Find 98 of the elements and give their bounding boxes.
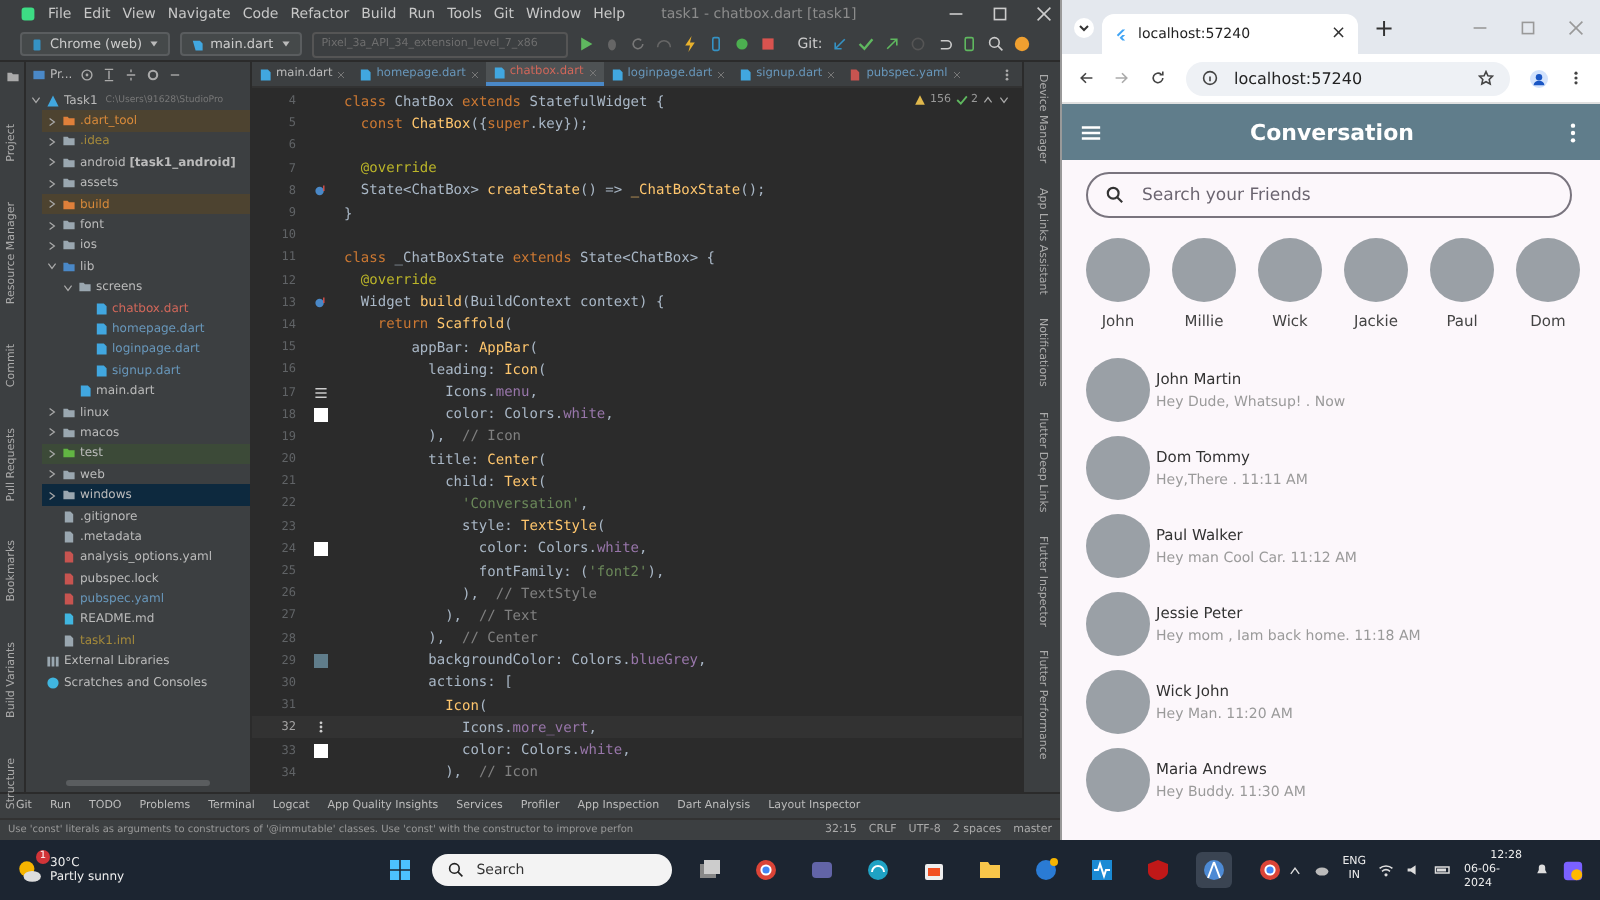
address-bar[interactable]: localhost:57240 bbox=[1186, 61, 1510, 95]
bell-icon[interactable] bbox=[1534, 862, 1550, 878]
chevron-right-icon[interactable] bbox=[46, 468, 58, 481]
yaml-file-icon bbox=[848, 67, 863, 81]
chevron-right-icon[interactable] bbox=[46, 447, 58, 460]
search-icon bbox=[1106, 186, 1124, 204]
back-icon[interactable] bbox=[1078, 70, 1094, 86]
maximize-icon[interactable] bbox=[992, 6, 1008, 22]
chevron-down-icon[interactable] bbox=[62, 281, 74, 294]
photo-placeholder[interactable] bbox=[1258, 238, 1322, 302]
photo-placeholder[interactable] bbox=[1516, 238, 1580, 302]
caret-icon bbox=[279, 38, 292, 50]
dropdown-icon[interactable] bbox=[1074, 17, 1094, 37]
menu-icon[interactable] bbox=[1080, 121, 1102, 143]
chevron-right-icon[interactable] bbox=[46, 239, 58, 252]
forward-icon[interactable] bbox=[1114, 70, 1130, 86]
dart-file-icon bbox=[738, 67, 753, 81]
color-swatch[interactable] bbox=[313, 743, 327, 758]
lightning-icon[interactable] bbox=[681, 36, 698, 52]
more-icon[interactable] bbox=[1000, 67, 1014, 81]
chevron-right-icon[interactable] bbox=[46, 219, 58, 232]
phone-icon bbox=[30, 37, 44, 51]
expand-icon[interactable] bbox=[102, 67, 117, 81]
chevron-down-icon[interactable] bbox=[30, 94, 42, 107]
target-icon[interactable] bbox=[80, 67, 95, 81]
star-icon[interactable] bbox=[1478, 70, 1494, 86]
photo-placeholder[interactable] bbox=[1086, 748, 1150, 812]
flutter-logo-icon bbox=[1114, 27, 1128, 41]
chevron-down-icon[interactable] bbox=[46, 260, 58, 273]
close-icon[interactable] bbox=[1036, 6, 1052, 22]
module-icon bbox=[46, 93, 60, 108]
app-title: Conversation bbox=[1250, 119, 1414, 145]
wifi-icon[interactable] bbox=[1378, 862, 1395, 878]
search-icon bbox=[448, 862, 465, 878]
dart-file-icon bbox=[190, 37, 205, 51]
photo-placeholder[interactable] bbox=[1086, 358, 1150, 422]
battery-icon[interactable] bbox=[1434, 862, 1453, 878]
photo-placeholder[interactable] bbox=[1172, 238, 1236, 302]
photo-placeholder[interactable] bbox=[1344, 238, 1408, 302]
stop-icon[interactable] bbox=[759, 36, 776, 52]
check-icon bbox=[955, 94, 967, 106]
dart-file-icon bbox=[358, 67, 373, 81]
start-icon[interactable] bbox=[388, 858, 413, 882]
cloud-icon[interactable] bbox=[1314, 862, 1331, 878]
run-icon[interactable] bbox=[577, 36, 594, 52]
color-swatch[interactable] bbox=[313, 541, 327, 556]
chevron-right-icon[interactable] bbox=[46, 156, 58, 169]
chevron-right-icon[interactable] bbox=[46, 426, 58, 439]
photo-placeholder[interactable] bbox=[1086, 238, 1150, 302]
app-logo-icon bbox=[20, 6, 36, 22]
colorful-app-icon[interactable] bbox=[1562, 859, 1584, 881]
sun-cloud-icon bbox=[16, 857, 42, 883]
undo-icon[interactable] bbox=[936, 36, 953, 52]
color-swatch[interactable] bbox=[313, 653, 327, 668]
collapse-icon[interactable] bbox=[124, 67, 139, 81]
search-field[interactable]: Search your Friends bbox=[1086, 172, 1572, 218]
close-tab-button[interactable]: × bbox=[1330, 24, 1346, 44]
chevron-right-icon[interactable] bbox=[46, 406, 58, 419]
phone-icon[interactable] bbox=[707, 36, 724, 52]
override-icon[interactable] bbox=[313, 183, 327, 198]
menu-icon bbox=[313, 385, 327, 400]
library-icon bbox=[46, 654, 60, 669]
photo-placeholder[interactable] bbox=[1086, 436, 1150, 500]
caret-icon bbox=[148, 38, 161, 50]
folder-icon[interactable] bbox=[5, 70, 19, 84]
override-icon[interactable] bbox=[313, 295, 327, 310]
arrow-icon[interactable] bbox=[884, 36, 901, 52]
markdown-file-icon bbox=[62, 612, 76, 627]
chevron-right-icon[interactable] bbox=[46, 135, 58, 148]
dart-file-icon bbox=[258, 67, 272, 81]
refresh-icon[interactable] bbox=[629, 36, 646, 52]
panel-icon bbox=[32, 67, 46, 81]
dart-file-icon bbox=[609, 67, 624, 81]
avatar-icon[interactable] bbox=[1014, 36, 1031, 52]
arrow-icon[interactable] bbox=[832, 36, 849, 52]
chevron-down-icon bbox=[998, 94, 1010, 106]
check-icon[interactable] bbox=[858, 36, 875, 52]
chevron-right-icon[interactable] bbox=[46, 115, 58, 128]
info-icon bbox=[1202, 70, 1218, 86]
photo-placeholder[interactable] bbox=[1086, 670, 1150, 734]
chevron-up-icon bbox=[982, 94, 994, 106]
chevron-right-icon[interactable] bbox=[46, 177, 58, 190]
file-icon bbox=[62, 633, 76, 648]
color-swatch[interactable] bbox=[313, 407, 327, 422]
photo-placeholder[interactable] bbox=[1086, 514, 1150, 578]
search-icon[interactable] bbox=[988, 36, 1005, 52]
photo-placeholder[interactable] bbox=[1086, 592, 1150, 656]
photo-placeholder[interactable] bbox=[1430, 238, 1494, 302]
phone-icon[interactable] bbox=[962, 36, 979, 52]
compass-icon[interactable] bbox=[1196, 852, 1233, 888]
profile-icon[interactable] bbox=[1530, 69, 1548, 87]
chevron-right-icon[interactable] bbox=[46, 198, 58, 211]
warning-icon bbox=[914, 94, 926, 106]
scratch-icon bbox=[46, 675, 60, 690]
chevron-right-icon[interactable] bbox=[46, 489, 58, 502]
reload-icon[interactable] bbox=[1150, 70, 1166, 86]
new-tab-button[interactable]: + bbox=[1366, 13, 1403, 41]
chevron-up-icon[interactable] bbox=[1288, 863, 1303, 877]
